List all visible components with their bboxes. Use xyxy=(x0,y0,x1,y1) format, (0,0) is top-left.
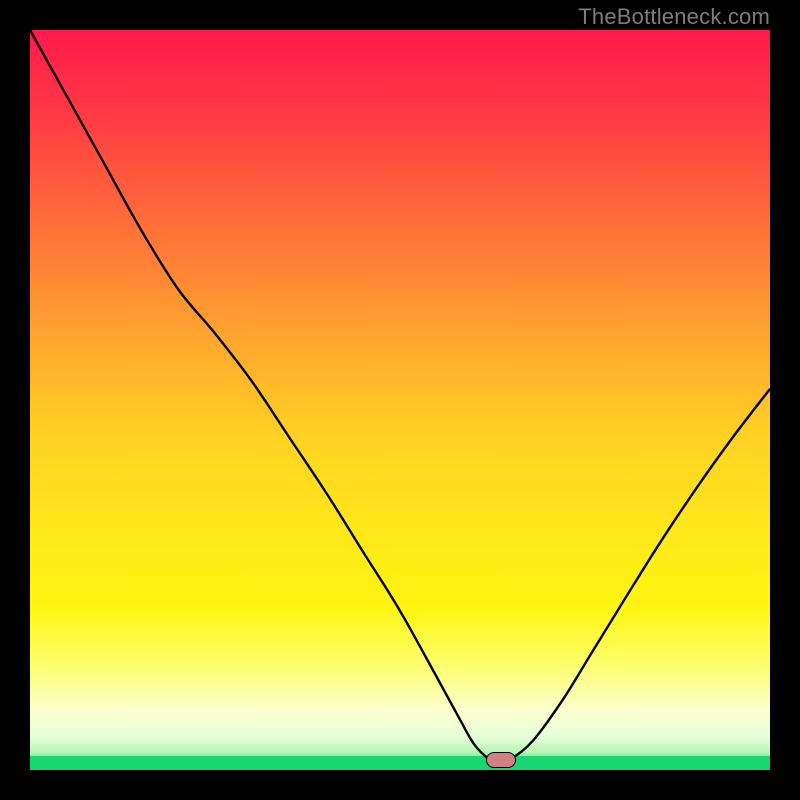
chart-frame: TheBottleneck.com xyxy=(0,0,800,800)
watermark-text: TheBottleneck.com xyxy=(578,4,770,30)
curve-path xyxy=(30,30,770,763)
bottleneck-curve xyxy=(30,30,770,770)
minimum-marker-icon xyxy=(486,752,516,768)
plot-area xyxy=(30,30,770,770)
